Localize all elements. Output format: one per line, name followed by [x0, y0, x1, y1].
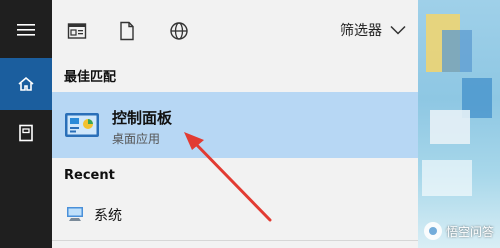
desktop-background: 悟空问答: [418, 0, 500, 248]
home-icon: [18, 76, 34, 91]
notebook-icon: [19, 124, 33, 142]
home-button[interactable]: [0, 58, 52, 110]
desktop-tile: [442, 30, 472, 72]
start-menu-rail: [0, 0, 52, 248]
control-panel-icon: [65, 113, 99, 137]
recent-heading: Recent: [64, 168, 115, 183]
best-match-subtitle: 桌面应用: [112, 132, 161, 146]
documents-filter-button[interactable]: [114, 18, 140, 44]
best-match-title: 控制面板: [112, 109, 173, 127]
hamburger-icon: [17, 24, 35, 36]
hamburger-menu-button[interactable]: [0, 6, 52, 54]
web-filter-button[interactable]: [166, 18, 192, 44]
panel-bottom-divider: [52, 240, 418, 248]
filter-dropdown[interactable]: 筛选器: [340, 20, 406, 40]
notebook-button[interactable]: [0, 110, 52, 156]
search-toolbar: 筛选器: [52, 0, 418, 60]
system-monitor-icon: [67, 207, 83, 221]
desktop-tile: [430, 110, 470, 144]
filter-label: 筛选器: [340, 23, 382, 39]
best-match-result[interactable]: 控制面板 桌面应用: [52, 92, 418, 158]
recent-item-label: 系统: [94, 208, 122, 224]
search-results-panel: 筛选器 最佳匹配 控制面板 桌面应用 Recent 系统: [52, 0, 418, 248]
apps-filter-button[interactable]: [64, 18, 90, 44]
chevron-down-icon: [390, 25, 406, 35]
watermark: 悟空问答: [423, 222, 494, 240]
recent-item-system[interactable]: 系统: [52, 196, 418, 232]
document-window-icon: [67, 23, 87, 39]
globe-icon: [170, 22, 188, 40]
desktop-tile: [422, 160, 472, 196]
best-match-heading: 最佳匹配: [64, 70, 117, 85]
document-icon: [120, 21, 134, 41]
watermark-text: 悟空问答: [445, 224, 494, 239]
watermark-logo-icon: [423, 222, 442, 240]
